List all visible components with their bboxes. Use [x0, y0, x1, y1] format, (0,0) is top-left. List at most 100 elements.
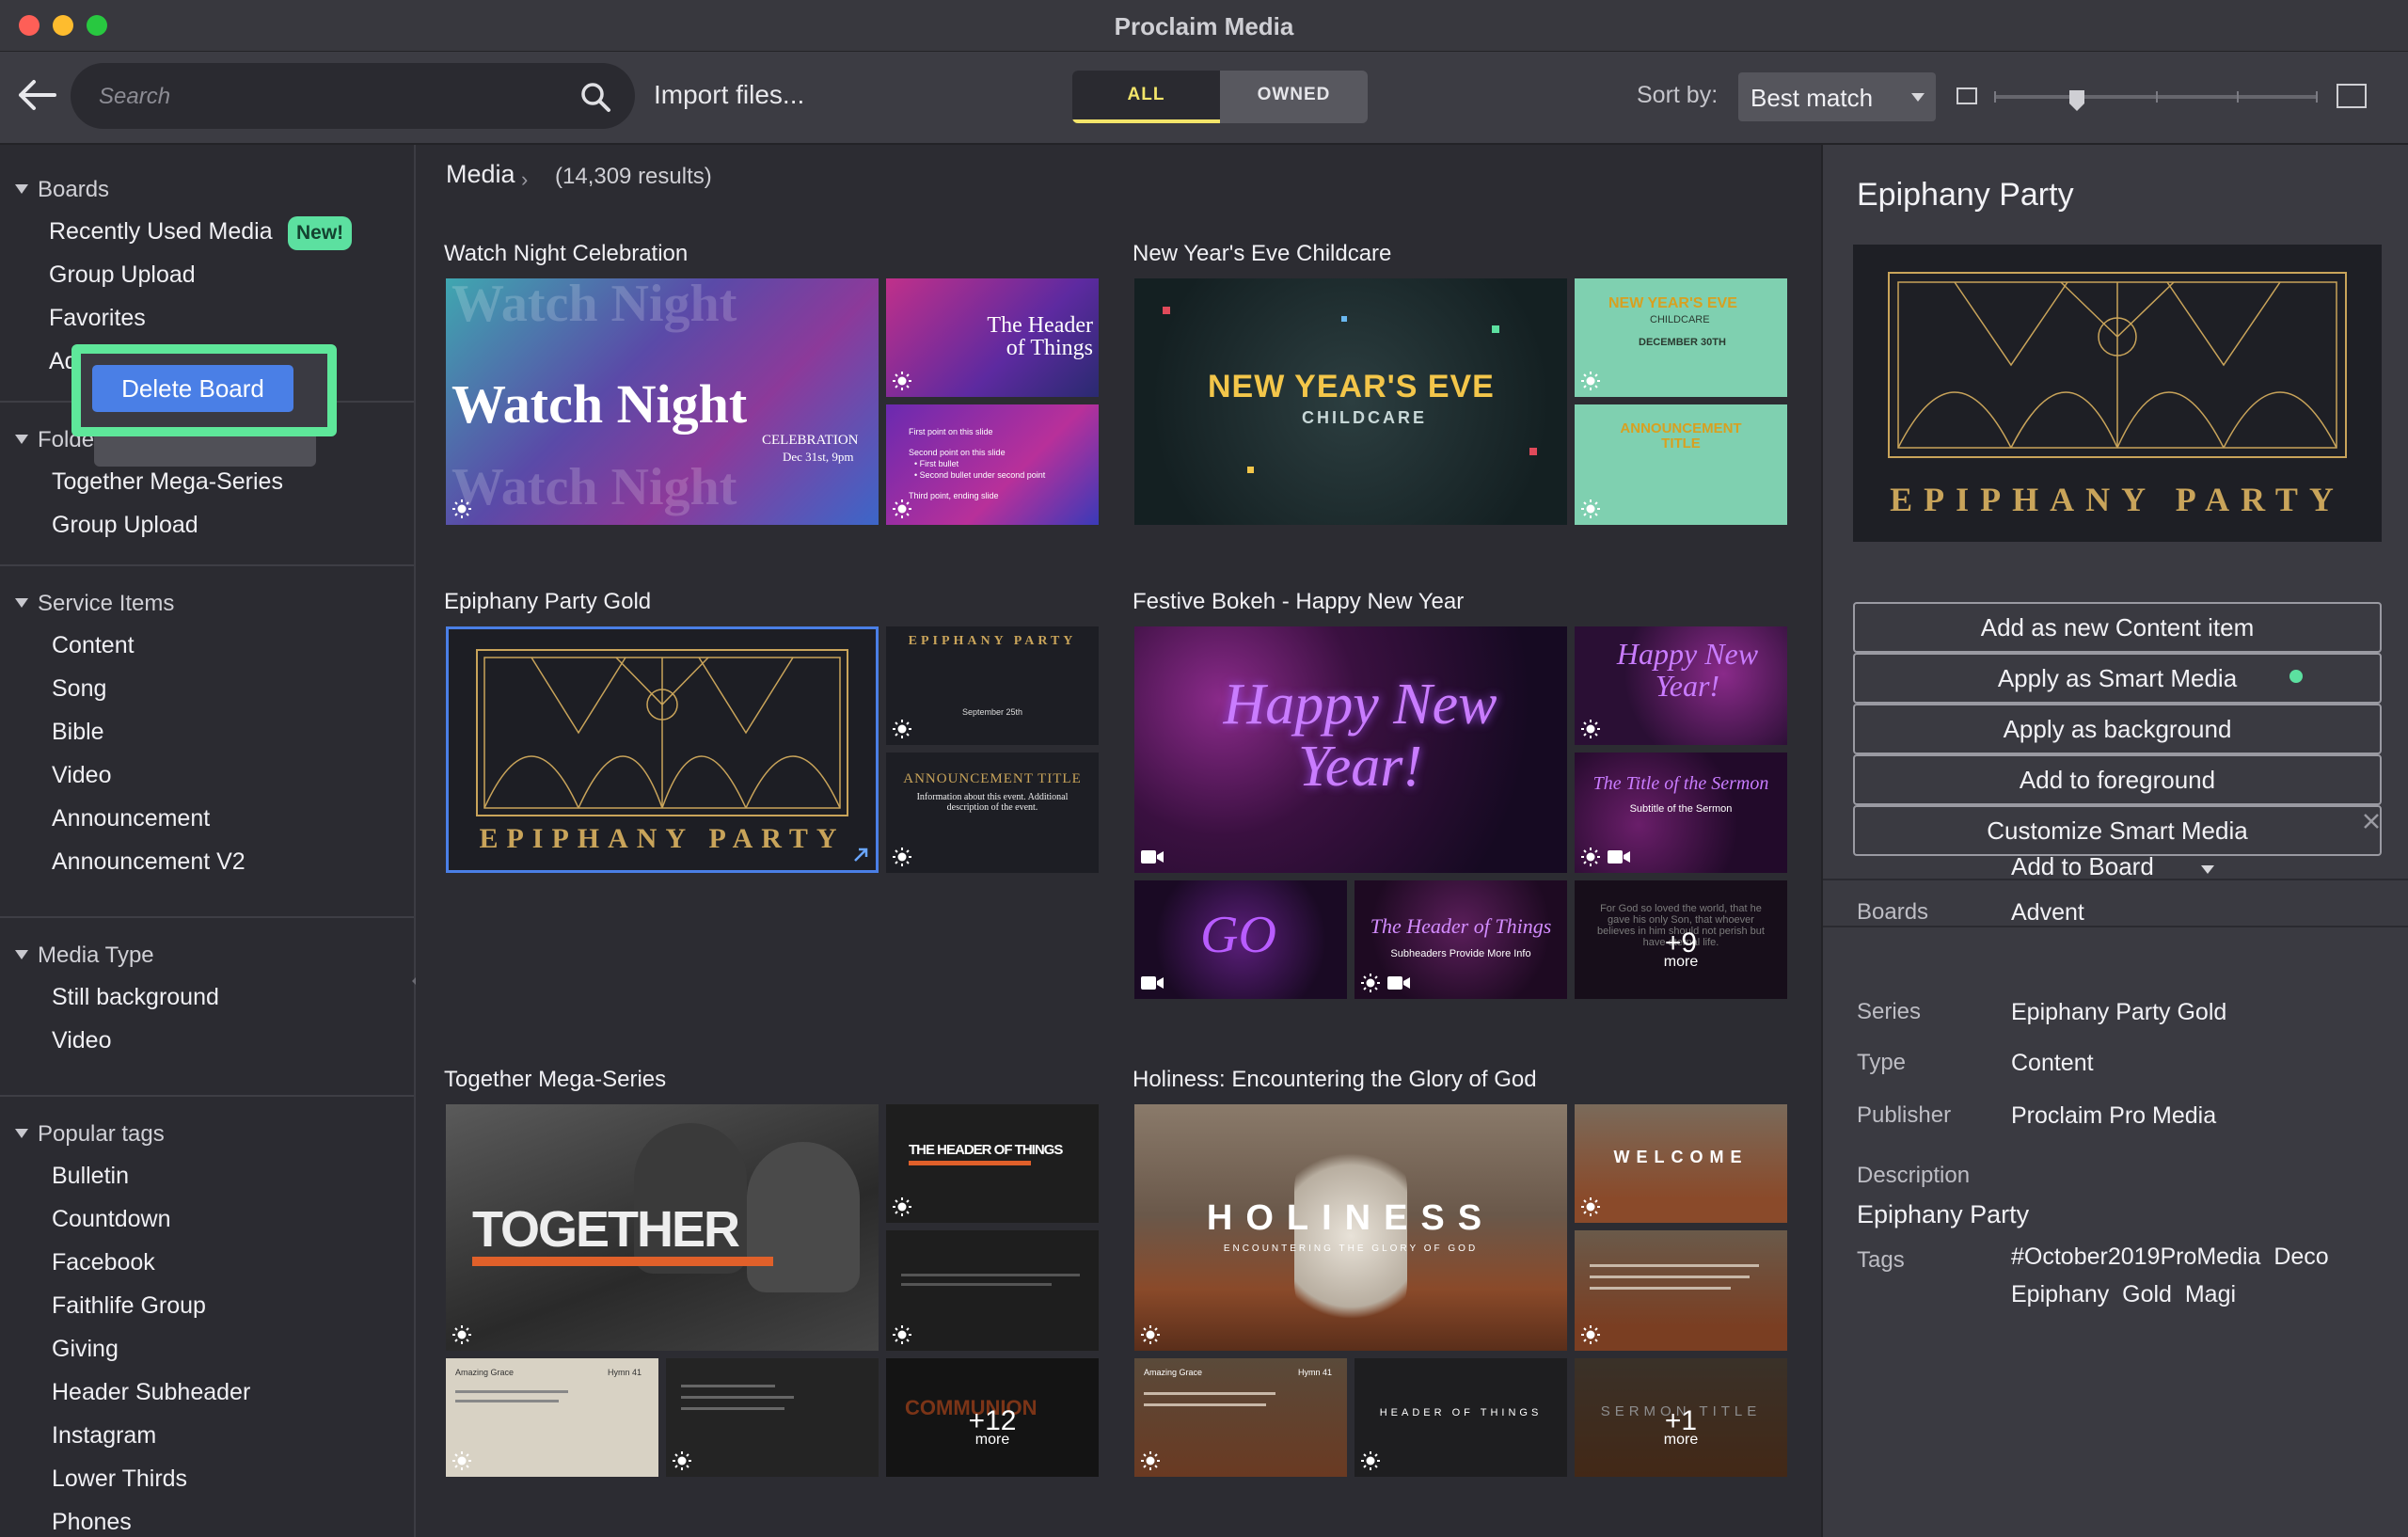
media-thumbnail[interactable]: ANNOUNCEMENT TITLE — [1575, 404, 1787, 525]
watermark-text: Watch Night — [452, 278, 737, 333]
sidebar-item-folder-group-upload[interactable]: Group Upload — [52, 512, 198, 539]
tag-header-subheader[interactable]: Header Subheader — [52, 1379, 250, 1406]
more-label: more — [1663, 954, 1699, 971]
media-thumbnail[interactable] — [1575, 1230, 1787, 1351]
more-label: more — [1663, 1432, 1699, 1449]
media-thumbnail-main[interactable]: TOGETHER — [446, 1104, 879, 1351]
media-thumbnail[interactable]: Amazing Grace Hymn 41 — [1134, 1358, 1347, 1477]
thumbnail-size-slider[interactable] — [1994, 89, 2318, 112]
more-thumbnails-tile[interactable]: SERMON TITLE +1 more — [1575, 1358, 1787, 1477]
collapse-caret-icon[interactable] — [15, 950, 28, 959]
media-thumbnail[interactable]: THE HEADER OF THINGS — [886, 1104, 1099, 1223]
media-thumbnail[interactable] — [666, 1358, 879, 1477]
card-title[interactable]: New Year's Eve Childcare — [1133, 241, 1391, 267]
type-value: Content — [2011, 1050, 2094, 1076]
collapse-caret-icon[interactable] — [15, 598, 28, 608]
open-external-icon[interactable] — [851, 846, 870, 864]
media-thumbnail[interactable]: GO — [1134, 880, 1347, 999]
apply-background-button[interactable]: Apply as background — [1853, 704, 2382, 754]
card-title[interactable]: Together Mega-Series — [444, 1067, 666, 1093]
media-thumbnail[interactable]: The Title of the Sermon Subtitle of the … — [1575, 753, 1787, 873]
more-thumbnails-tile[interactable]: COMMUNION +12 more — [886, 1358, 1099, 1477]
sidebar-item-announcement-v2[interactable]: Announcement V2 — [52, 848, 246, 876]
media-thumbnail[interactable]: The Header of Things Subheaders Provide … — [1354, 880, 1567, 999]
tag-giving[interactable]: Giving — [52, 1336, 119, 1363]
card-title[interactable]: Watch Night Celebration — [444, 241, 688, 267]
media-thumbnail[interactable] — [886, 1230, 1099, 1351]
media-thumbnail[interactable]: The Header of Things — [886, 278, 1099, 397]
still-image-icon — [893, 1197, 911, 1216]
collapse-caret-icon[interactable] — [15, 435, 28, 444]
tag-instagram[interactable]: Instagram — [52, 1422, 156, 1450]
sidebar-item-content[interactable]: Content — [52, 632, 135, 659]
slider-thumb[interactable] — [2068, 89, 2085, 112]
media-thumbnail[interactable]: ANNOUNCEMENT TITLE Information about thi… — [886, 753, 1099, 873]
tag-faithlife-group[interactable]: Faithlife Group — [52, 1292, 206, 1320]
search-icon[interactable] — [578, 80, 612, 114]
tag-facebook[interactable]: Facebook — [52, 1249, 155, 1276]
media-thumbnail[interactable]: WELCOME — [1575, 1104, 1787, 1223]
thumbnail-subtitle: Hymn 41 — [608, 1368, 642, 1377]
sidebar-heading-boards[interactable]: Boards — [38, 177, 109, 203]
import-files-link[interactable]: Import files... — [654, 80, 804, 110]
apply-smart-media-label: Apply as Smart Media — [1997, 664, 2238, 692]
sidebar-heading-popular-tags[interactable]: Popular tags — [38, 1121, 165, 1148]
tag-phones[interactable]: Phones — [52, 1509, 132, 1536]
sidebar-item-group-upload[interactable]: Group Upload — [49, 261, 196, 289]
sidebar-item-favorites[interactable]: Favorites — [49, 305, 146, 332]
media-thumbnail-main[interactable]: NEW YEAR'S EVE CHILDCARE — [1134, 278, 1567, 525]
sidebar-item-song[interactable]: Song — [52, 675, 106, 703]
watermark-text: Watch Night — [452, 458, 737, 516]
art-deco-pattern — [1888, 272, 2347, 458]
add-foreground-button[interactable]: Add to foreground — [1853, 754, 2382, 805]
breadcrumb[interactable]: Media — [446, 160, 515, 189]
sidebar-item-recently-used[interactable]: Recently Used Media — [49, 218, 273, 246]
media-thumbnail[interactable]: NEW YEAR'S EVE CHILDCARE DECEMBER 30TH — [1575, 278, 1787, 397]
media-thumbnail-main[interactable]: Happy New Year! — [1134, 626, 1567, 873]
search-input[interactable] — [97, 75, 552, 119]
toolbar: Import files... ALL OWNED Sort by: Best … — [0, 52, 2408, 145]
chevron-down-icon[interactable] — [2201, 865, 2214, 874]
tag-lower-thirds[interactable]: Lower Thirds — [52, 1466, 187, 1493]
small-thumbnail-icon[interactable] — [1956, 87, 1977, 104]
sidebar-item-announcement[interactable]: Announcement — [52, 805, 210, 832]
add-content-item-button[interactable]: Add as new Content item — [1853, 602, 2382, 653]
thumbnail-subtitle: Subheaders Provide More Info — [1390, 948, 1531, 959]
large-thumbnail-icon[interactable] — [2337, 84, 2367, 108]
collapse-caret-icon[interactable] — [15, 184, 28, 194]
filter-all-button[interactable]: ALL — [1072, 71, 1220, 123]
sort-select[interactable]: Best match — [1738, 72, 1936, 121]
customize-smart-media-button[interactable]: Customize Smart Media — [1853, 805, 2382, 856]
sidebar-heading-service-items[interactable]: Service Items — [38, 591, 174, 617]
media-thumbnail[interactable]: First point on this slide Second point o… — [886, 404, 1099, 525]
card-title[interactable]: Festive Bokeh - Happy New Year — [1133, 589, 1464, 615]
sidebar-item-still-background[interactable]: Still background — [52, 984, 219, 1011]
close-icon[interactable] — [2361, 811, 2382, 832]
more-thumbnails-tile[interactable]: For God so loved the world, that he gave… — [1575, 880, 1787, 999]
sidebar-item-together-mega-series[interactable]: Together Mega-Series — [52, 468, 283, 496]
add-to-board-dropdown[interactable]: Add to Board — [2011, 852, 2154, 881]
media-thumbnail[interactable]: Happy New Year! — [1575, 626, 1787, 745]
media-thumbnail[interactable]: HEADER OF THINGS — [1354, 1358, 1567, 1477]
tag-bulletin[interactable]: Bulletin — [52, 1163, 129, 1190]
sidebar-item-bible[interactable]: Bible — [52, 719, 104, 746]
media-thumbnail[interactable]: EPIPHANY PARTY September 25th — [886, 626, 1099, 745]
sidebar-item-media-video[interactable]: Video — [52, 1027, 112, 1054]
filter-owned-button[interactable]: OWNED — [1220, 71, 1368, 123]
still-image-icon — [452, 499, 471, 518]
media-thumbnail-main-selected[interactable]: EPIPHANY PARTY — [446, 626, 879, 873]
sidebar-item-video[interactable]: Video — [52, 762, 112, 789]
media-thumbnail-main[interactable]: HOLINESS ENCOUNTERING THE GLORY OF GOD — [1134, 1104, 1567, 1351]
media-thumbnail[interactable]: Amazing Grace Hymn 41 — [446, 1358, 658, 1477]
sidebar-heading-media-type[interactable]: Media Type — [38, 943, 154, 969]
card-title[interactable]: Holiness: Encountering the Glory of God — [1133, 1067, 1537, 1093]
apply-smart-media-button[interactable]: Apply as Smart Media — [1853, 653, 2382, 704]
still-image-icon — [1141, 1325, 1160, 1344]
delete-board-button[interactable]: Delete Board — [92, 365, 293, 412]
card-title[interactable]: Epiphany Party Gold — [444, 589, 651, 615]
video-camera-icon — [1141, 976, 1164, 990]
tag-countdown[interactable]: Countdown — [52, 1206, 170, 1233]
collapse-caret-icon[interactable] — [15, 1129, 28, 1138]
media-thumbnail-main[interactable]: Watch Night Watch Night Watch Night CELE… — [446, 278, 879, 525]
back-arrow-icon[interactable] — [13, 74, 60, 116]
